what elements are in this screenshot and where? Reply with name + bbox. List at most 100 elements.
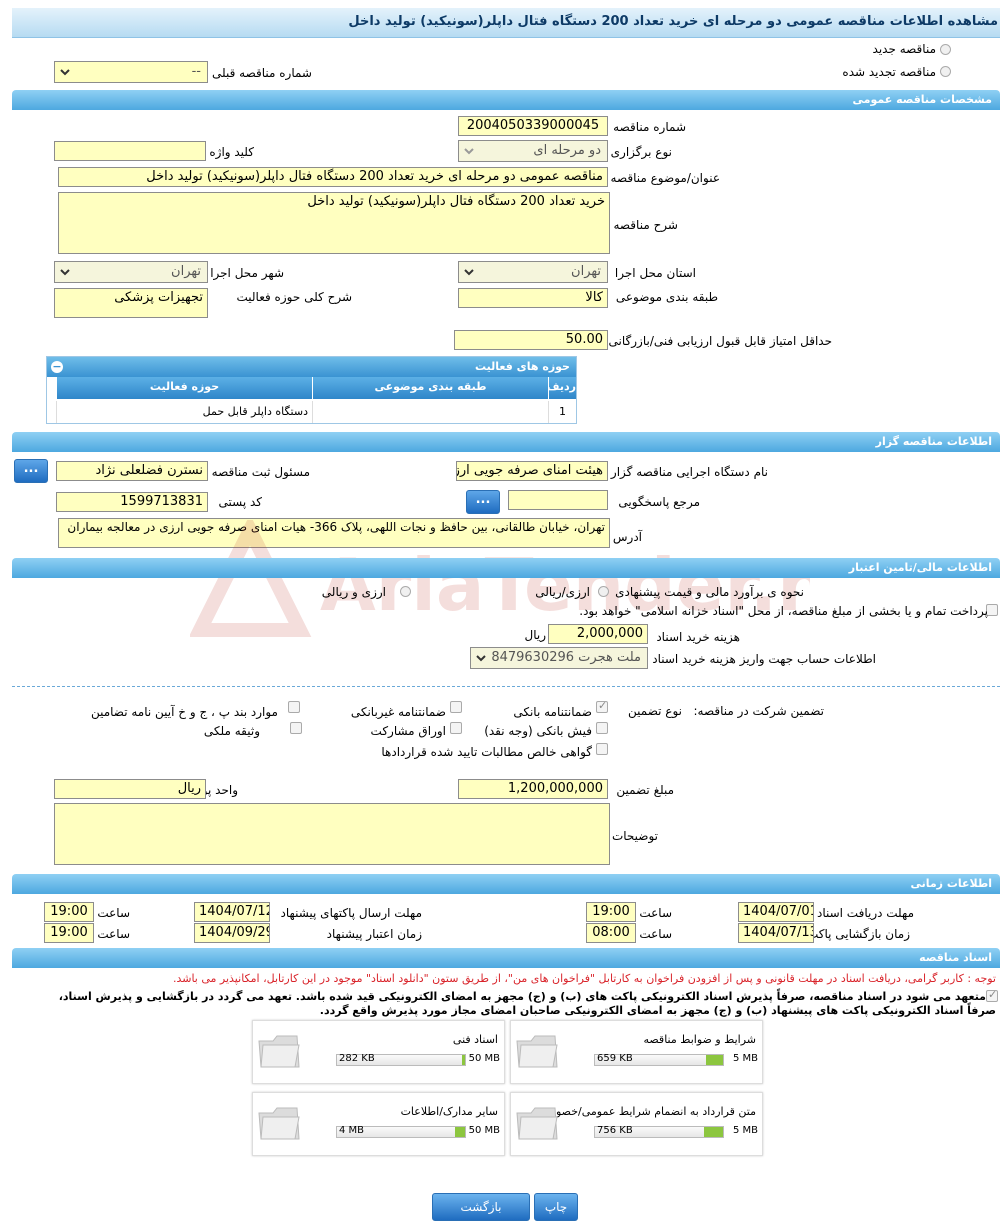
file-box[interactable]: اسناد فنی 50 MB 282 KB [252, 1020, 505, 1084]
divider [12, 686, 1000, 687]
description-label: شرح مناقصه [613, 218, 678, 232]
receive-deadline-label: مهلت دریافت اسناد [816, 906, 914, 920]
guarantee-property-checkbox[interactable] [290, 722, 302, 734]
grid-cell-category [312, 401, 548, 423]
guarantee-amount-label: مبلغ تضمین [616, 783, 674, 797]
section-finance: اطلاعات مالی/تامین اعتبار [12, 558, 1000, 578]
doc-fee-unit: ریال [524, 628, 546, 642]
guarantee-label: تضمین شرکت در مناقصه: [693, 704, 824, 718]
file-box[interactable]: متن قرارداد به انضمام شرایط عمومی/خصوصی … [510, 1092, 763, 1156]
postal-label: کد پستی [218, 495, 263, 509]
receive-deadline-time[interactable]: 19:00 [586, 902, 636, 922]
activity-desc-field[interactable]: تجهیزات پزشکی [54, 288, 208, 318]
radio-rial[interactable] [598, 586, 609, 597]
section-organizer: اطلاعات مناقصه گزار [12, 432, 1000, 452]
send-deadline-label: مهلت ارسال پاکتهای پیشنهاد [280, 906, 422, 920]
city-select[interactable]: تهران [54, 261, 208, 283]
category-field[interactable]: کالا [458, 288, 608, 308]
category-label: طبقه بندی موضوعی [615, 290, 718, 304]
chevron-down-icon [60, 269, 70, 276]
description-field[interactable]: خرید تعداد 200 دستگاه فتال داپلر(سونیکید… [58, 192, 610, 254]
opening-time[interactable]: 08:00 [586, 923, 636, 943]
guarantee-bank-label: ضمانتنامه بانکی [513, 705, 592, 719]
file-size: 659 KB [597, 1053, 633, 1064]
file-size: 756 KB [597, 1125, 633, 1136]
reference-field[interactable] [508, 490, 608, 510]
min-score-field[interactable]: 50.00 [454, 330, 608, 350]
grid-col-row: ردیف [547, 377, 576, 399]
keyword-field[interactable] [54, 141, 206, 161]
radio-currency-rial[interactable] [400, 586, 411, 597]
reference-browse-button[interactable]: ... [466, 490, 500, 514]
treasury-note: پرداخت تمام و یا بخشی از مبلغ مناقصه، از… [579, 604, 988, 618]
province-label: استان محل اجرا [614, 266, 696, 280]
grid-cell-field: دستگاه داپلر قابل حمل [56, 401, 312, 423]
collapse-icon[interactable]: − [51, 361, 63, 373]
guarantee-amount-field[interactable]: 1,200,000,000 [458, 779, 608, 799]
guarantee-bonds-checkbox[interactable] [450, 722, 462, 734]
city-label: شهر محل اجرا [210, 266, 284, 280]
province-select[interactable]: تهران [458, 261, 608, 283]
validity-time[interactable]: 19:00 [44, 923, 94, 943]
doc-fee-field[interactable]: 2,000,000 [548, 624, 648, 644]
validity-time-label: ساعت [97, 927, 130, 941]
guarantee-property-label: وثیقه ملکی [203, 724, 260, 738]
registrar-field[interactable]: نسترن فضلعلی نژاد [56, 461, 208, 481]
guarantee-clauses-checkbox[interactable] [288, 701, 300, 713]
postal-field[interactable]: 1599713831 [56, 492, 208, 512]
file-size: 282 KB [339, 1053, 375, 1064]
guarantee-nonbank-checkbox[interactable] [450, 701, 462, 713]
back-button[interactable]: بازگشت [432, 1193, 530, 1221]
file-progress-fill [454, 1127, 465, 1137]
commitment-text-1: متعهد می شود در اسناد مناقصه، صرفاً پذیر… [58, 990, 986, 1003]
keyword-label: کلید واژه [209, 145, 254, 159]
page-title: مشاهده اطلاعات مناقصه عمومی دو مرحله ای … [348, 14, 998, 29]
file-max-size: 5 MB [732, 1053, 758, 1064]
guarantee-bank-checkbox[interactable] [596, 699, 608, 713]
send-deadline-time[interactable]: 19:00 [44, 902, 94, 922]
documents-note: توجه : کاربر گرامی، دریافت اسناد در مهلت… [172, 972, 996, 985]
currency-field[interactable]: ریال [54, 779, 206, 799]
radio-renewed-label: مناقصه تجدید شده [842, 65, 936, 79]
file-max-size: 50 MB [468, 1125, 500, 1136]
guarantee-receivables-checkbox[interactable] [596, 743, 608, 755]
guarantee-nonbank-label: ضمانتنامه غیربانکی [350, 705, 446, 719]
notes-label: توضیحات [611, 829, 658, 843]
file-progress-fill [706, 1055, 723, 1065]
notes-field[interactable] [54, 803, 610, 865]
holding-type-label: نوع برگزاری [610, 145, 672, 159]
file-name: شرایط و ضوابط مناقصه [643, 1033, 757, 1046]
guarantee-bonds-label: اوراق مشارکت [370, 724, 446, 738]
commitment-text-2: صرفاً اسناد الکترونیکی پاکت های پیشنهاد … [319, 1004, 996, 1017]
chevron-down-icon [476, 655, 486, 662]
prev-tender-select[interactable]: -- [54, 61, 208, 83]
send-deadline-date[interactable]: 1404/07/12 [194, 902, 270, 922]
commitment-checkbox[interactable] [986, 988, 998, 1002]
radio-new-tender[interactable] [940, 44, 951, 55]
doc-fee-label: هزینه خرید اسناد [656, 630, 740, 644]
folder-icon [516, 1035, 558, 1068]
registrar-browse-button[interactable]: ... [14, 459, 48, 483]
radio-renewed-tender[interactable] [940, 66, 951, 77]
guarantee-cash-label: فیش بانکی (وجه نقد) [484, 724, 592, 738]
guarantee-cash-checkbox[interactable] [596, 722, 608, 734]
file-progress-fill [462, 1055, 465, 1065]
reference-label: مرجع پاسخگویی [618, 495, 700, 509]
holding-type-select[interactable]: دو مرحله ای [458, 140, 608, 162]
file-max-size: 50 MB [468, 1053, 500, 1064]
file-progress-fill [703, 1127, 723, 1137]
file-box[interactable]: شرایط و ضوابط مناقصه 5 MB 659 KB [510, 1020, 763, 1084]
org-name-field[interactable]: هیئت امنای صرفه جویی ارز [456, 461, 608, 481]
tender-number-field[interactable]: 2004050339000045 [458, 116, 608, 136]
validity-date[interactable]: 1404/09/29 [194, 923, 270, 943]
file-box[interactable]: سایر مدارک/اطلاعات 50 MB 4 MB [252, 1092, 505, 1156]
receive-deadline-date[interactable]: 1404/07/01 [738, 902, 814, 922]
tender-number-label: شماره مناقصه [613, 120, 686, 134]
file-max-size: 5 MB [732, 1125, 758, 1136]
subject-field[interactable]: مناقصه عمومی دو مرحله ای خرید تعداد 200 … [58, 167, 608, 187]
opening-date[interactable]: 1404/07/13 [738, 923, 814, 943]
section-timing: اطلاعات زمانی [12, 874, 1000, 894]
guarantee-receivables-label: گواهی خالص مطالبات تایید شده قراردادها [381, 745, 592, 759]
print-button[interactable]: چاپ [534, 1193, 578, 1221]
account-select[interactable]: ملت هجرت 8479630296 [470, 647, 648, 669]
